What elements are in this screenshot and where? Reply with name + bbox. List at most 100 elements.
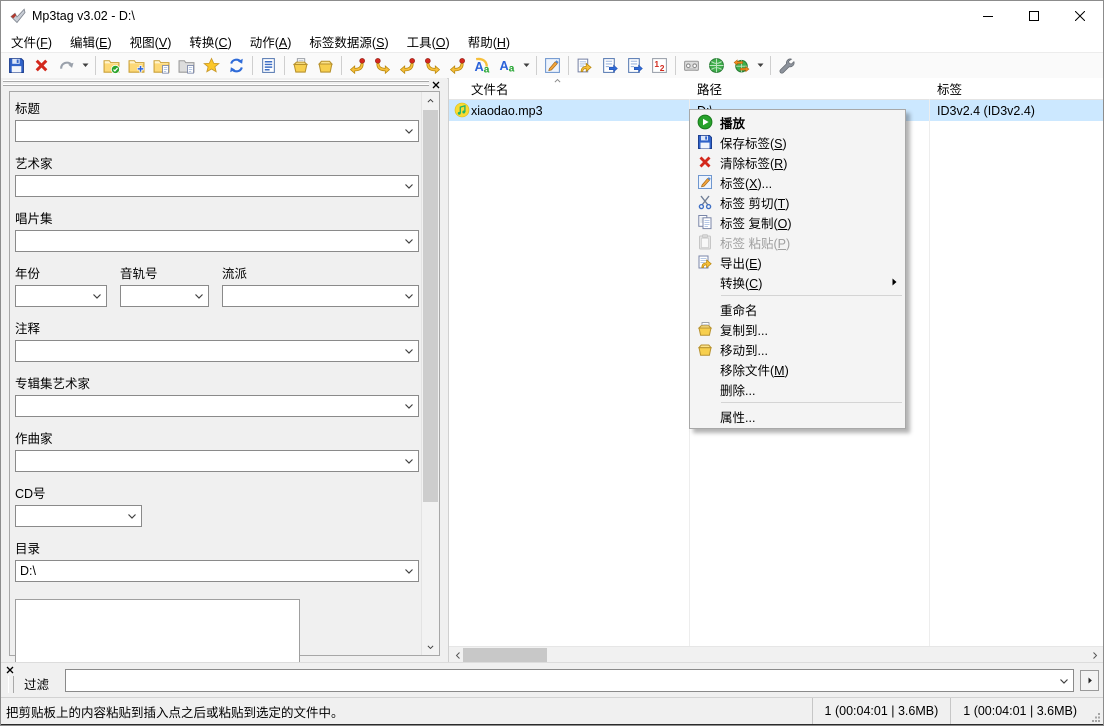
context-menu-item-remove-tag[interactable]: 清除标签(R) — [690, 152, 905, 172]
library-button[interactable] — [174, 54, 199, 77]
actions-button[interactable] — [470, 54, 495, 77]
genre-input[interactable] — [223, 286, 406, 306]
comment-dropdown-button[interactable] — [400, 341, 418, 361]
disc-dropdown-button[interactable] — [123, 506, 141, 526]
menu-tag-sources[interactable]: 标签数据源(S) — [300, 29, 397, 54]
context-menu-item-rename[interactable]: 重命名 — [690, 299, 905, 319]
context-menu-item-tag-cut[interactable]: 标签 剪切(T) — [690, 192, 905, 212]
autonumbering-wizard-button[interactable] — [647, 54, 672, 77]
playlist-filename-button[interactable] — [622, 54, 647, 77]
scrollbar-thumb[interactable] — [463, 648, 547, 662]
undo-dropdown-button[interactable] — [79, 54, 92, 77]
undo-button[interactable] — [54, 54, 79, 77]
album-artist-input[interactable] — [16, 396, 406, 416]
menu-help[interactable]: 帮助(H) — [459, 29, 519, 54]
genre-dropdown-button[interactable] — [400, 286, 418, 306]
convert-textfile-tag-button[interactable] — [420, 54, 445, 77]
web-sources-menu-button[interactable] — [729, 54, 754, 77]
year-input[interactable] — [16, 286, 94, 306]
resize-grip[interactable] — [1089, 698, 1103, 724]
web-sources-button[interactable] — [704, 54, 729, 77]
disc-input[interactable] — [16, 506, 129, 526]
context-menu-item-save-tag[interactable]: 保存标签(S) — [690, 132, 905, 152]
context-menu-item-tag-copy[interactable]: 标签 复制(O) — [690, 212, 905, 232]
edit-tag-button[interactable] — [540, 54, 565, 77]
year-dropdown-button[interactable] — [88, 286, 106, 306]
context-menu-item-edit-tag[interactable]: 标签(X)... — [690, 172, 905, 192]
add-directory-button[interactable] — [124, 54, 149, 77]
scrollbar-thumb[interactable] — [423, 110, 438, 502]
composer-input[interactable] — [16, 451, 406, 471]
track-label: 音轨号 — [120, 263, 209, 282]
toolbar-separator — [536, 56, 537, 75]
cd-info-button[interactable] — [679, 54, 704, 77]
quick-actions-dropdown-button[interactable] — [520, 54, 533, 77]
tag-panel-toggle-button[interactable] — [256, 54, 281, 77]
filter-close-button[interactable] — [4, 664, 16, 676]
menu-tools[interactable]: 工具(O) — [398, 29, 459, 54]
context-menu-item-remove-file[interactable]: 移除文件(M) — [690, 359, 905, 379]
context-menu-item-properties[interactable]: 属性... — [690, 406, 905, 426]
filter-apply-button[interactable] — [1080, 670, 1099, 691]
menu-convert[interactable]: 转换(C) — [180, 29, 240, 54]
track-dropdown-button[interactable] — [190, 286, 208, 306]
context-menu-item-copy-to[interactable]: 复制到... — [690, 319, 905, 339]
context-menu-item-convert[interactable]: 转换(C) — [690, 272, 905, 292]
artist-input[interactable] — [16, 176, 406, 196]
composer-dropdown-button[interactable] — [400, 451, 418, 471]
artist-dropdown-button[interactable] — [400, 176, 418, 196]
context-menu-item-export[interactable]: 导出(E) — [690, 252, 905, 272]
column-header-tag[interactable]: 标签 — [929, 78, 1103, 99]
save-tag-button[interactable] — [4, 54, 29, 77]
album-input[interactable] — [16, 231, 406, 251]
close-button[interactable] — [1057, 1, 1103, 30]
minimize-button[interactable] — [965, 1, 1011, 30]
toolbar-separator — [675, 56, 676, 75]
convert-tag-filename-button[interactable] — [345, 54, 370, 77]
album-artist-dropdown-button[interactable] — [400, 396, 418, 416]
filter-grip[interactable] — [8, 676, 14, 693]
browse-directory-button[interactable] — [149, 54, 174, 77]
web-sources-dropdown-button[interactable] — [754, 54, 767, 77]
change-directory-button[interactable] — [99, 54, 124, 77]
track-input[interactable] — [121, 286, 196, 306]
convert-tag-tag-button[interactable] — [445, 54, 470, 77]
favorites-button[interactable] — [199, 54, 224, 77]
quick-actions-button[interactable] — [495, 54, 520, 77]
menu-actions[interactable]: 动作(A) — [241, 29, 301, 54]
refresh-button[interactable] — [224, 54, 249, 77]
filter-combobox — [65, 669, 1074, 692]
filter-dropdown-button[interactable] — [1055, 670, 1073, 691]
tag-panel-grip[interactable] — [3, 80, 429, 89]
artist-label: 艺术家 — [15, 153, 419, 172]
menu-view[interactable]: 视图(V) — [121, 29, 181, 54]
filter-input[interactable] — [66, 670, 1061, 691]
scroll-down-button[interactable] — [422, 638, 438, 655]
convert-filename-tag-button[interactable] — [370, 54, 395, 77]
scroll-right-button[interactable] — [1086, 647, 1103, 663]
remove-tag-button[interactable] — [29, 54, 54, 77]
maximize-button[interactable] — [1011, 1, 1057, 30]
scroll-up-button[interactable] — [422, 92, 438, 109]
context-menu-item-move-to[interactable]: 移动到... — [690, 339, 905, 359]
move-to-button[interactable] — [313, 54, 338, 77]
title-dropdown-button[interactable] — [400, 121, 418, 141]
directory-input[interactable] — [16, 561, 406, 581]
convert-filename-filename-button[interactable] — [395, 54, 420, 77]
album-combobox — [15, 230, 419, 252]
tag-panel-close-button[interactable] — [430, 79, 442, 91]
menu-file[interactable]: 文件(F) — [2, 29, 61, 54]
context-menu-item-play[interactable]: 播放 — [690, 112, 905, 132]
playlist-button[interactable] — [597, 54, 622, 77]
column-header-path[interactable]: 路径 — [689, 78, 929, 99]
title-input[interactable] — [16, 121, 406, 141]
export-button[interactable] — [572, 54, 597, 77]
context-menu-item-delete[interactable]: 删除... — [690, 379, 905, 399]
directory-dropdown-button[interactable] — [400, 561, 418, 581]
album-dropdown-button[interactable] — [400, 231, 418, 251]
comment-input[interactable] — [16, 341, 406, 361]
menu-edit[interactable]: 编辑(E) — [61, 29, 121, 54]
column-header-filename[interactable]: 文件名 — [449, 78, 689, 99]
options-button[interactable] — [774, 54, 799, 77]
copy-to-button[interactable] — [288, 54, 313, 77]
